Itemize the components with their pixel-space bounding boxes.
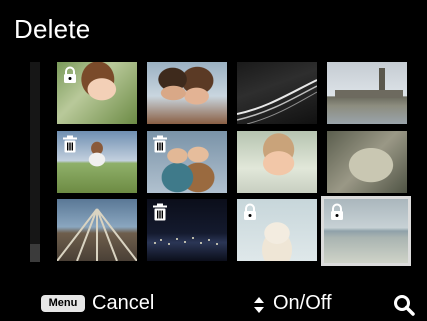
photo-baby — [237, 131, 317, 193]
menu-key-button[interactable]: Menu — [41, 295, 85, 312]
thumb-teddy-bear[interactable] — [237, 199, 317, 261]
footer-bar: Menu Cancel On/Off — [0, 288, 427, 320]
lock-icon — [240, 202, 260, 222]
thumb-jumping-girl[interactable] — [57, 131, 137, 193]
lock-icon — [60, 65, 80, 85]
thumb-london-skyline[interactable] — [327, 62, 407, 124]
thumb-baby[interactable] — [237, 131, 317, 193]
up-down-arrows-icon — [253, 295, 265, 315]
trash-icon — [150, 202, 170, 222]
search-icon[interactable] — [393, 294, 415, 316]
light-trails — [237, 79, 317, 124]
screen-title: Delete — [14, 14, 91, 44]
thumb-beach[interactable] — [324, 199, 408, 263]
ride-spokes — [57, 208, 137, 261]
onoff-label: On/Off — [273, 292, 332, 314]
thumb-amusement-ride[interactable] — [57, 199, 137, 261]
thumb-children-portrait[interactable] — [147, 131, 227, 193]
trash-icon — [60, 134, 80, 154]
thumb-city-night[interactable] — [147, 199, 227, 261]
photo-couple — [147, 62, 227, 124]
thumb-couple-portrait[interactable] — [147, 62, 227, 124]
thumb-smiling-woman[interactable] — [57, 62, 137, 124]
trash-icon — [150, 134, 170, 154]
scrollbar[interactable] — [30, 62, 40, 262]
lock-icon — [327, 202, 347, 222]
photo-leaf — [327, 131, 407, 193]
cancel-label: Cancel — [92, 292, 155, 314]
skyline-buildings — [335, 90, 403, 98]
thumb-night-road[interactable] — [237, 62, 317, 124]
thumb-leaf-closeup[interactable] — [327, 131, 407, 193]
scrollbar-thumb[interactable] — [30, 62, 40, 244]
